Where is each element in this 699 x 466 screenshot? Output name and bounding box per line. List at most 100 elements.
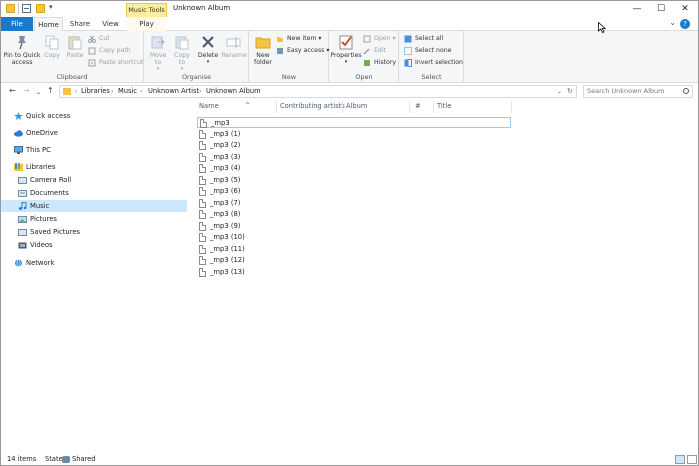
new-folder-quick-icon[interactable] — [36, 4, 45, 13]
maximize-button[interactable]: ☐ — [649, 1, 673, 17]
nav-item-pictures[interactable]: Pictures — [18, 213, 184, 225]
search-placeholder: Search Unknown Album — [587, 87, 665, 95]
forward-arrow-icon[interactable]: → — [23, 86, 30, 96]
recent-locations-icon[interactable]: ⌄ — [36, 88, 41, 98]
paste-button[interactable]: Paste — [64, 34, 86, 59]
customize-toolbar-icon[interactable]: ▾ — [49, 3, 53, 11]
copy-path-button[interactable]: Copy path — [88, 46, 131, 56]
new-item-button[interactable]: New item ▾ — [276, 34, 322, 44]
select-all-button[interactable]: Select all — [404, 34, 443, 44]
new-folder-button[interactable]: New folder — [252, 34, 274, 66]
copy-to-button[interactable]: Copy to ▾ — [171, 34, 193, 73]
crumb-music[interactable]: Music — [118, 86, 137, 97]
crumb-libraries[interactable]: Libraries — [81, 86, 110, 97]
file-row[interactable]: _mp3 (2) — [197, 140, 511, 151]
file-row[interactable]: _mp3 (4) — [197, 163, 511, 174]
column-header-album[interactable]: Album — [346, 99, 411, 114]
minimize-button[interactable]: — — [625, 1, 649, 17]
details-view-icon[interactable] — [675, 455, 685, 464]
file-row[interactable]: _mp3 (1) — [197, 129, 511, 140]
select-none-button[interactable]: Select none — [404, 46, 452, 56]
address-bar[interactable]: › Libraries › Music › Unknown Artist › U… — [59, 85, 577, 98]
file-name: _mp3 (13) — [210, 268, 245, 276]
column-divider[interactable] — [511, 101, 512, 113]
edit-button[interactable]: Edit — [363, 46, 386, 56]
mouse-cursor-icon — [598, 22, 606, 33]
crumb-unknown-artist[interactable]: Unknown Artist — [148, 86, 199, 97]
nav-item-quick-access[interactable]: Quick access — [14, 110, 184, 122]
file-row[interactable]: _mp3 (12) — [197, 255, 511, 266]
file-row[interactable]: _mp3 (13) — [197, 267, 511, 278]
file-name: _mp3 (9) — [210, 222, 241, 230]
crumb-separator: › — [199, 88, 202, 95]
column-header-name[interactable]: ^ Name — [199, 99, 277, 114]
back-arrow-icon[interactable]: ← — [9, 86, 16, 96]
delete-button[interactable]: Delete ▾ — [197, 34, 219, 66]
file-row[interactable]: _mp3 (8) — [197, 209, 511, 220]
expand-ribbon-icon[interactable]: ⌄ — [669, 18, 676, 27]
nav-item-libraries[interactable]: Libraries — [14, 161, 184, 173]
invert-selection-button[interactable]: Invert selection — [404, 58, 463, 68]
nav-item-network[interactable]: Network — [14, 257, 184, 269]
file-icon — [199, 245, 206, 254]
column-header-track-number[interactable]: # — [415, 99, 435, 114]
crumb-unknown-album[interactable]: Unknown Album — [206, 86, 261, 97]
nav-item-camera-roll[interactable]: Camera Roll — [18, 174, 184, 186]
column-divider[interactable] — [342, 101, 343, 113]
music-note-icon — [18, 201, 27, 210]
pin-to-quick-access-button[interactable]: Pin to Quick access — [3, 34, 41, 66]
open-button[interactable]: Open ▾ — [363, 34, 396, 44]
copy-button[interactable]: Copy — [42, 34, 62, 59]
invert-selection-icon — [404, 59, 412, 67]
file-row[interactable]: _mp3 (3) — [197, 152, 511, 163]
saved-pictures-icon — [18, 228, 27, 236]
help-icon[interactable]: ? — [680, 19, 690, 29]
window-title: Unknown Album — [173, 4, 231, 12]
file-row[interactable]: _mp3 (11) — [197, 244, 511, 255]
column-header-title[interactable]: Title — [437, 99, 511, 114]
tab-view[interactable]: View — [97, 17, 124, 31]
nav-item-music[interactable]: Music — [1, 200, 187, 212]
properties-button[interactable]: Properties ▾ — [330, 34, 362, 66]
address-dropdown-icon[interactable]: ⌄ — [557, 86, 562, 97]
rename-button[interactable]: Rename — [221, 34, 247, 59]
file-row[interactable]: _mp3 — [197, 117, 511, 128]
column-divider[interactable] — [276, 101, 277, 113]
search-input[interactable]: Search Unknown Album — [583, 85, 693, 98]
column-header-contributing-artists[interactable]: Contributing artists — [280, 99, 345, 114]
file-name: _mp3 — [211, 119, 230, 127]
tab-share[interactable]: Share — [65, 17, 95, 31]
paste-shortcut-button[interactable]: Paste shortcut — [88, 58, 143, 68]
tab-file[interactable]: File — [1, 17, 33, 31]
open-group-label: Open — [355, 73, 373, 81]
large-icons-view-icon[interactable] — [687, 455, 697, 464]
state-value: Shared — [72, 455, 96, 463]
nav-item-this-pc[interactable]: This PC — [14, 144, 184, 156]
nav-item-onedrive[interactable]: OneDrive — [14, 127, 184, 139]
file-row[interactable]: _mp3 (9) — [197, 221, 511, 232]
file-row[interactable]: _mp3 (10) — [197, 232, 511, 243]
cut-button[interactable]: Cut — [88, 34, 110, 44]
file-icon — [199, 187, 206, 196]
file-row[interactable]: _mp3 (5) — [197, 175, 511, 186]
open-label: Open — [374, 35, 391, 42]
column-divider[interactable] — [433, 101, 434, 113]
properties-quick-icon[interactable] — [22, 4, 31, 13]
file-row[interactable]: _mp3 (6) — [197, 186, 511, 197]
refresh-icon[interactable]: ↻ — [567, 86, 573, 97]
column-divider[interactable] — [409, 101, 410, 113]
up-arrow-icon[interactable]: ↑ — [47, 86, 54, 96]
nav-item-videos[interactable]: Videos — [18, 239, 184, 251]
history-button[interactable]: History — [363, 58, 396, 68]
move-to-button[interactable]: Move to ▾ — [147, 34, 169, 73]
ribbon: Pin to Quick access Copy Paste Cut Copy … — [1, 31, 698, 83]
paste-label: Paste — [66, 52, 84, 59]
nav-item-documents[interactable]: Documents — [18, 187, 184, 199]
tab-play[interactable]: Play — [127, 17, 166, 31]
file-icon — [199, 210, 206, 219]
file-row[interactable]: _mp3 (7) — [197, 198, 511, 209]
tab-home[interactable]: Home — [34, 17, 63, 32]
close-button[interactable]: ✕ — [673, 1, 697, 17]
nav-item-saved-pictures[interactable]: Saved Pictures — [18, 226, 184, 238]
easy-access-button[interactable]: Easy access ▾ — [276, 46, 329, 56]
